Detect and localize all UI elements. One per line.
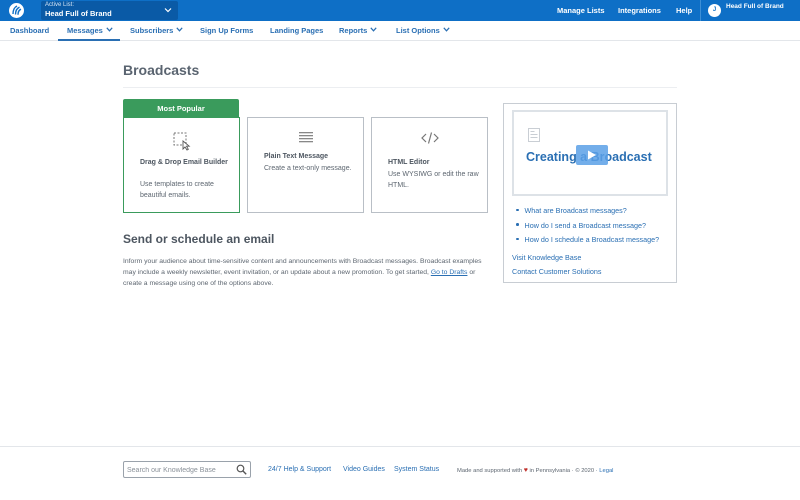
footer-credits: Made and supported with ♥ in Pennsylvani… [457,467,613,474]
nav-subscribers[interactable]: Subscribers [130,26,184,35]
help-link[interactable]: Help [676,6,692,15]
heart-icon: ♥ [523,467,528,474]
page-title: Broadcasts [123,62,200,78]
play-icon [588,150,596,160]
manage-lists-link[interactable]: Manage Lists [557,6,605,15]
system-status-link[interactable]: System Status [394,466,439,473]
nav-reports[interactable]: Reports [339,26,377,35]
most-popular-badge: Most Popular [123,99,239,118]
nav-messages[interactable]: Messages [67,26,113,35]
card-description: Use templates to create beautiful emails… [140,181,214,199]
active-list-selector[interactable]: Active List: Head Full of Brand [41,1,178,20]
list-item[interactable]: How do I schedule a Broadcast message? [516,233,659,248]
chevron-down-icon [176,27,184,32]
active-list-caption: Active List: [45,2,75,8]
separator: · [571,468,574,474]
play-button[interactable] [576,145,608,165]
video-guides-link[interactable]: Video Guides [343,466,385,473]
card-title: HTML Editor [388,159,430,166]
code-icon [420,132,439,144]
app-logo-icon[interactable] [9,3,24,18]
faq-link-label: What are Broadcast messages? [524,206,627,215]
nav-landing-pages-label: Landing Pages [270,26,324,35]
text-lines-icon [298,132,313,143]
help-support-link[interactable]: 24/7 Help & Support [268,466,331,473]
search-input[interactable] [127,464,235,476]
nav-messages-label: Messages [67,26,103,35]
made-with-text: Made and supported with [457,468,523,474]
contact-customer-solutions-link[interactable]: Contact Customer Solutions [512,267,602,276]
section-title: Send or schedule an email [123,232,275,246]
section-description: Inform your audience about time-sensitiv… [123,256,485,289]
location-text: in Pennsylvania [529,468,571,474]
nav-dashboard[interactable]: Dashboard [10,26,49,35]
nav-list-options-label: List Options [396,26,440,35]
search-icon[interactable] [236,464,247,475]
bullet-icon [516,223,519,226]
card-title: Plain Text Message [264,153,329,160]
nav-list-options[interactable]: List Options [396,26,450,35]
drag-drop-icon [173,132,190,151]
nav-sign-up-forms[interactable]: Sign Up Forms [200,26,253,35]
nav-active-indicator [58,39,120,41]
top-divider [700,0,701,21]
chevron-down-icon [443,27,450,32]
top-bar: Active List: Head Full of Brand Manage L… [0,0,800,21]
list-item[interactable]: What are Broadcast messages? [516,204,659,219]
chevron-down-icon [370,27,377,32]
document-icon [528,128,540,142]
account-name[interactable]: Head Full of Brand [726,3,784,10]
integrations-link[interactable]: Integrations [618,6,661,15]
faq-link-label: How do I send a Broadcast message? [524,220,646,230]
footer-divider [0,446,800,447]
separator: · [595,468,598,474]
bullet-icon [516,237,519,240]
list-item[interactable]: How do I send a Broadcast message? [516,219,659,234]
section-text-part-1: Inform your audience about time-sensitiv… [123,258,482,276]
bullet-icon [516,208,519,211]
legal-link[interactable]: Legal [599,468,613,474]
plain-text-message-card[interactable]: Plain Text Message Create a text-only me… [247,117,364,213]
copyright-text: © 2020 [575,468,595,474]
video-thumbnail[interactable]: Creating a Broadcast [512,110,668,196]
help-panel: Creating a Broadcast What are Broadcast … [503,103,677,283]
html-editor-card[interactable]: HTML Editor Use WYSIWG or edit the raw H… [371,117,488,213]
faq-list: What are Broadcast messages? How do I se… [516,204,659,248]
avatar[interactable]: J [708,4,721,17]
card-description: Create a text-only message. [264,165,352,172]
chevron-down-icon [164,8,172,13]
knowledge-base-search [123,461,251,478]
title-divider [123,87,677,88]
card-title: Drag & Drop Email Builder [140,159,228,166]
active-list-name: Head Full of Brand [45,9,112,18]
main-nav: Dashboard Messages Subscribers Sign Up F… [0,21,800,41]
nav-reports-label: Reports [339,26,368,35]
nav-landing-pages[interactable]: Landing Pages [270,26,323,35]
visit-knowledge-base-link[interactable]: Visit Knowledge Base [512,253,581,262]
drag-drop-builder-card[interactable]: Drag & Drop Email Builder Use templates … [123,117,240,213]
nav-dashboard-label: Dashboard [10,26,50,35]
faq-link-label: How do I schedule a Broadcast message? [524,235,660,244]
nav-subscribers-label: Subscribers [130,26,174,35]
nav-sign-up-forms-label: Sign Up Forms [200,26,254,35]
chevron-down-icon [106,27,113,32]
go-to-drafts-link[interactable]: Go to Drafts [431,269,468,276]
card-description: Use WYSIWG or edit the raw HTML. [388,171,479,189]
